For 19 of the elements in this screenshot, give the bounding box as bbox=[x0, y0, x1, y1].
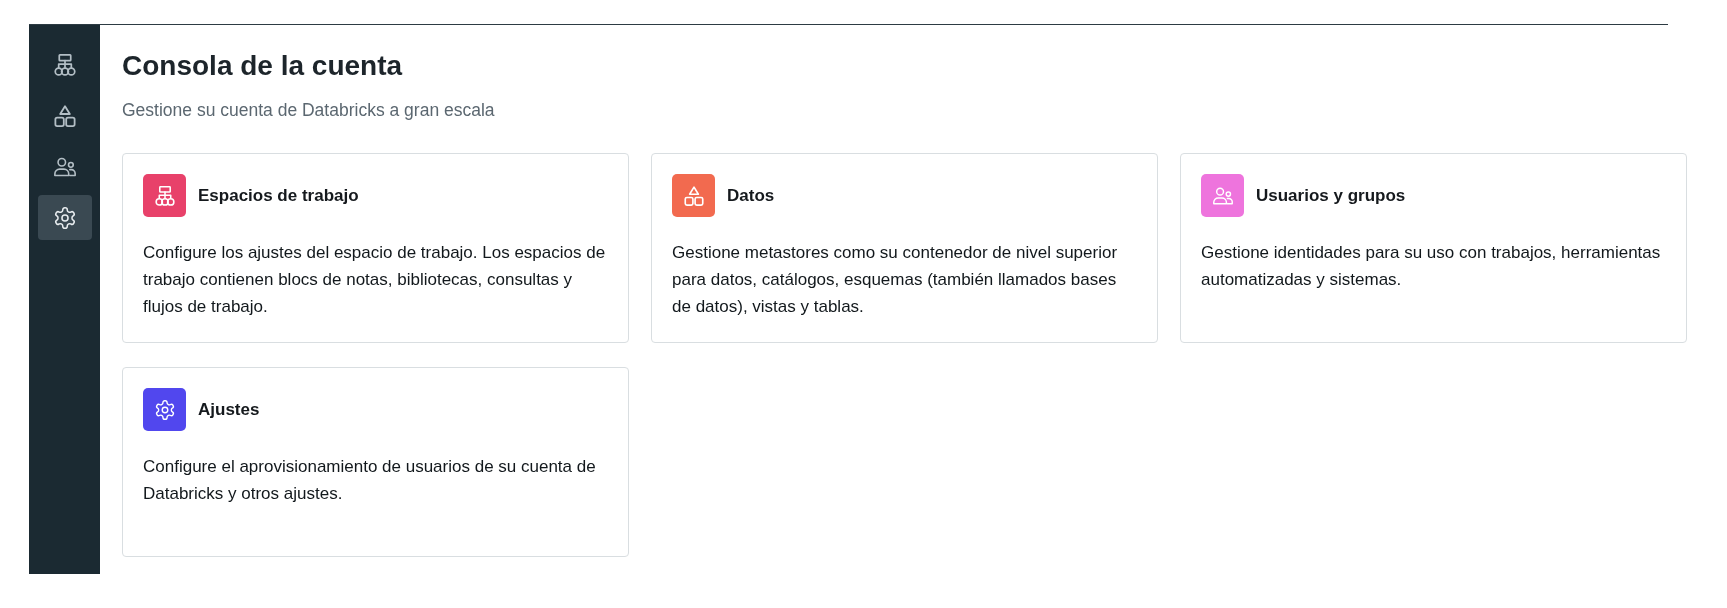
card-title: Datos bbox=[727, 184, 775, 207]
nav-button[interactable] bbox=[37, 195, 92, 240]
card-description: Gestione identidades para su uso con trabajos, herramientas automatizadas y sistemas. bbox=[1201, 242, 1662, 291]
users-icon bbox=[53, 155, 76, 178]
card-title: Ajustes bbox=[198, 398, 260, 421]
card-description: Configure el aprovisionamiento de usuarios de su cuenta de Databricks y otros ajustes. bbox=[143, 456, 597, 505]
card-description: Configure los ajustes del espacio de trabajo. Los espacios de trabajo contienen blocs de notas, bibliotecas, consultas y flujos de trabajo. bbox=[143, 242, 607, 318]
feature-card[interactable]: Datos Gestione metastores como su contenedor de nivel superior para datos, catálogos, esquemas (también llamados bases de datos), vistas y tablas. bbox=[651, 153, 1158, 343]
card-title: Usuarios y grupos bbox=[1256, 184, 1406, 207]
feature-card[interactable]: Ajustes Configure el aprovisionamiento de usuarios de su cuenta de Databricks y otros ajustes. bbox=[122, 367, 629, 557]
feature-card[interactable]: Espacios de trabajo Configure los ajustes del espacio de trabajo. Los espacios de trabajo contienen blocs de notas, bibliotecas, consultas y flujos de trabajo. bbox=[122, 153, 629, 343]
feature-card[interactable]: Usuarios y grupos Gestione identidades para su uso con trabajos, herramientas automatizadas y sistemas. bbox=[1180, 153, 1687, 343]
settings-icon bbox=[53, 206, 76, 229]
page-subtitle: Gestione su cuenta de Databricks a gran escala bbox=[122, 99, 496, 121]
card-description: Gestione metastores como su contenedor de nivel superior para datos, catálogos, esquemas (también llamados bases de datos), vistas y tablas. bbox=[672, 242, 1119, 318]
page-title: Consola de la cuenta bbox=[122, 49, 404, 83]
shapes-icon bbox=[53, 104, 76, 127]
hierarchy-icon bbox=[53, 53, 76, 76]
card-title: Espacios de trabajo bbox=[198, 184, 359, 207]
